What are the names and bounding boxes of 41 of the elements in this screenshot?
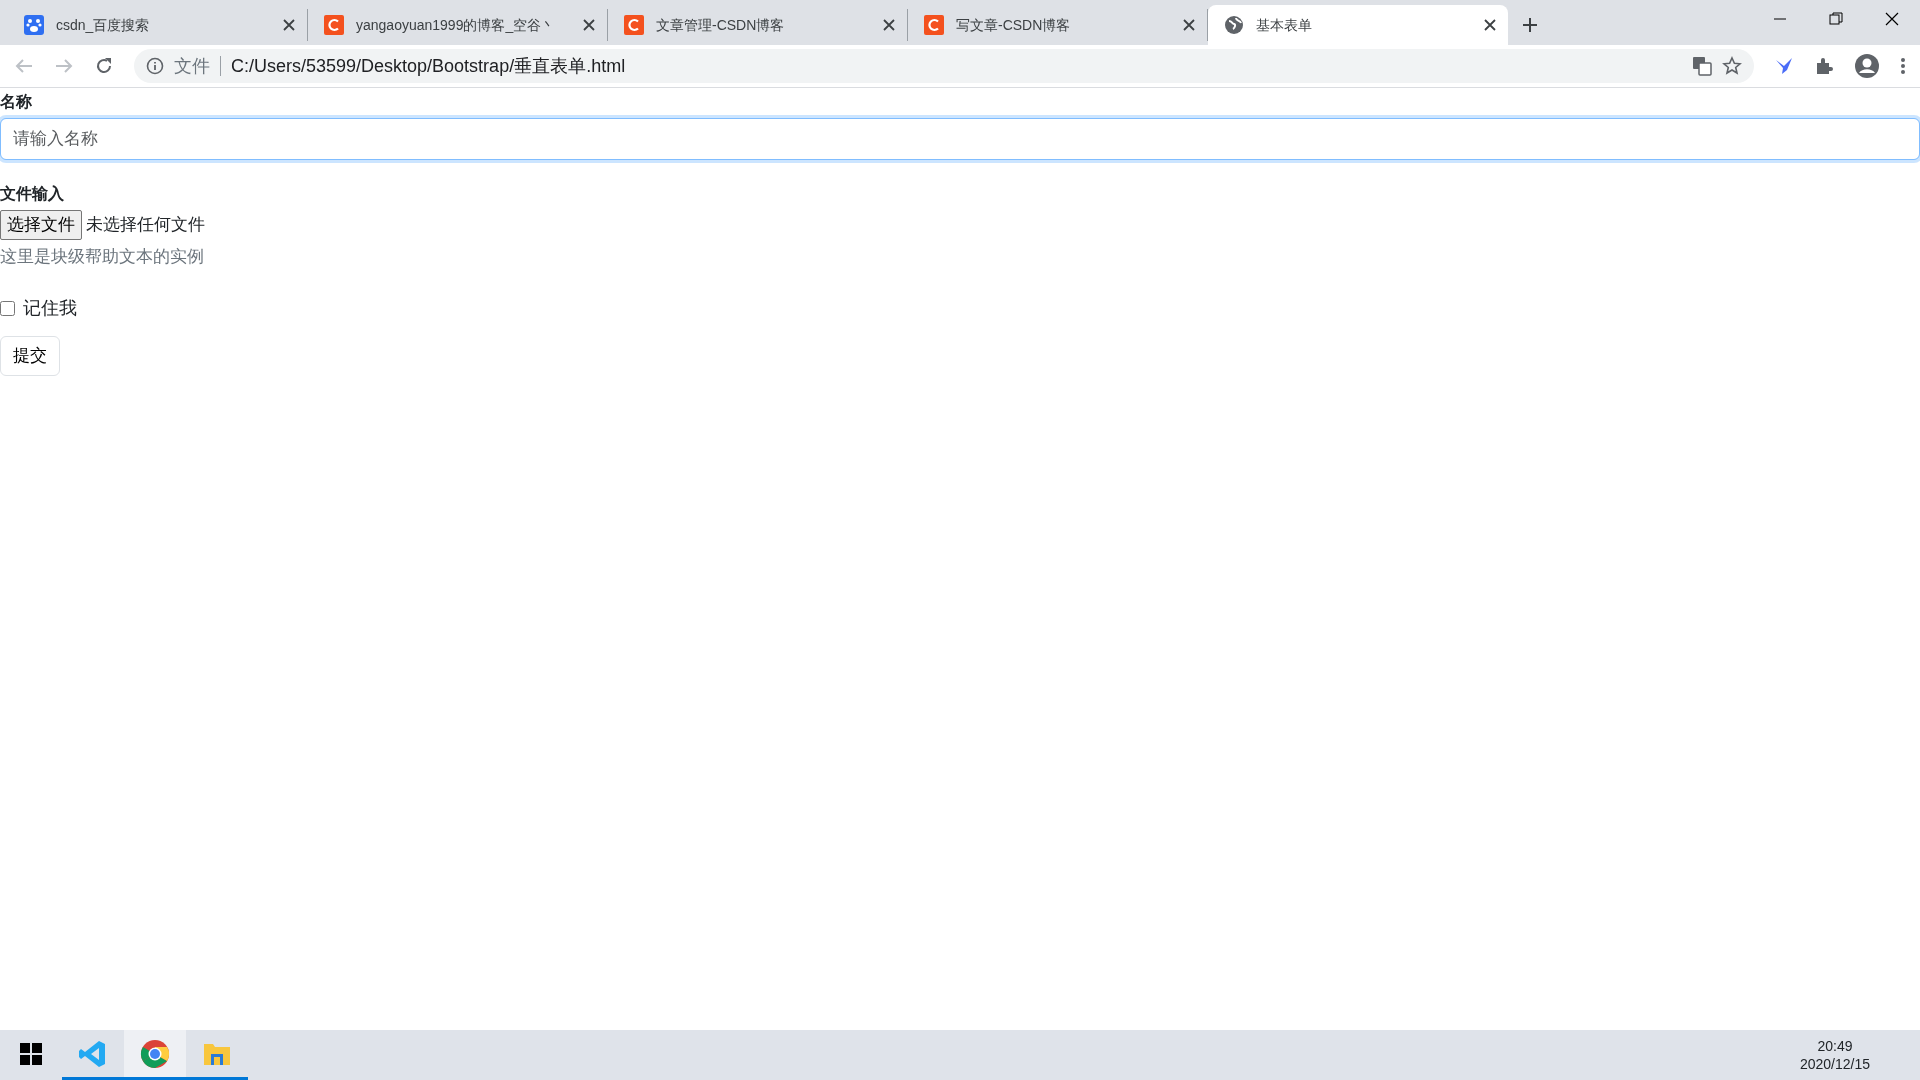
field-label: 名称 — [0, 92, 32, 112]
globe-icon — [1224, 15, 1244, 35]
menu-icon[interactable] — [1900, 56, 1906, 76]
browser-tab[interactable]: csdn_百度搜索 — [8, 9, 308, 41]
close-icon[interactable] — [583, 19, 595, 31]
restore-icon[interactable] — [1828, 11, 1844, 27]
close-icon[interactable] — [283, 19, 295, 31]
help-text: 这里是块级帮助文本的实例 — [0, 245, 205, 268]
choose-file-button[interactable]: 选择文件 — [0, 210, 82, 240]
paw-icon — [24, 15, 44, 35]
browser-tab[interactable]: 基本表单 — [1208, 5, 1508, 45]
url-text: C:/Users/53599/Desktop/Bootstrap/垂直表单.html — [231, 54, 626, 78]
chrome-icon[interactable] — [139, 1037, 171, 1070]
remember-checkbox[interactable] — [0, 301, 15, 316]
info-icon — [146, 57, 164, 75]
field-label: 文件输入 — [0, 184, 64, 204]
new-tab-icon[interactable] — [1522, 17, 1538, 33]
windows-icon[interactable] — [20, 1042, 42, 1065]
browser-tab[interactable]: 写文章-CSDN博客 — [908, 9, 1208, 41]
browser-tab[interactable]: yangaoyuan1999的博客_空谷丶 — [308, 9, 608, 41]
clock-date: 2020/12/15 — [1799, 1055, 1870, 1074]
submit-button[interactable]: 提交 — [0, 336, 60, 376]
c-logo-icon — [924, 15, 944, 35]
clock-time: 20:49 — [1817, 1036, 1853, 1055]
puzzle-icon[interactable] — [1814, 56, 1834, 76]
name-field[interactable]: 请输入名称 — [0, 118, 1920, 160]
file-label: 文件 — [174, 54, 210, 78]
close-icon[interactable] — [883, 19, 895, 31]
c-logo-icon — [624, 15, 644, 35]
c-logo-icon — [324, 15, 344, 35]
file-status: 未选择任何文件 — [86, 214, 205, 236]
close-icon[interactable] — [1884, 11, 1900, 27]
reload-icon[interactable] — [94, 56, 114, 76]
checkbox-label: 记住我 — [23, 297, 77, 320]
close-icon[interactable] — [1484, 19, 1496, 31]
star-icon[interactable] — [1722, 56, 1742, 76]
close-icon[interactable] — [1183, 19, 1195, 31]
translate-icon[interactable] — [1692, 56, 1712, 76]
address-bar[interactable]: 文件 C:/Users/53599/Desktop/Bootstrap/垂直表单.html — [134, 49, 1754, 83]
account-icon[interactable] — [1854, 53, 1880, 79]
browser-tab[interactable]: 文章管理-CSDN博客 — [608, 9, 908, 41]
